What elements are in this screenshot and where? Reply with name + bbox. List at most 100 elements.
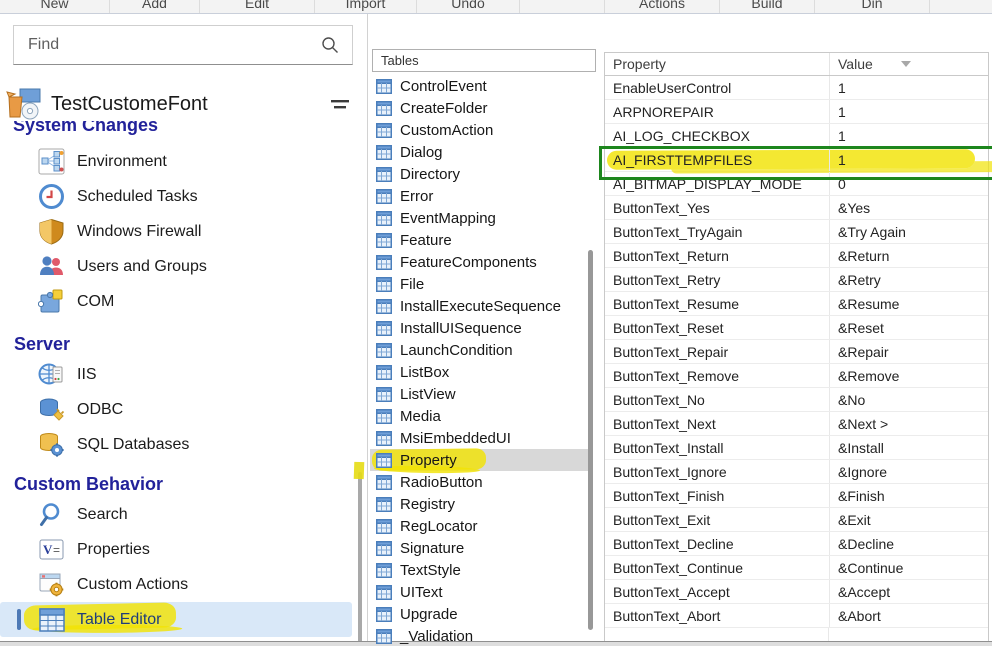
property-name-cell[interactable]: ButtonText_Yes xyxy=(605,200,829,216)
property-name-cell[interactable]: ButtonText_Accept xyxy=(605,584,829,600)
table-list-item[interactable]: Property xyxy=(370,449,590,471)
table-list-item[interactable]: TextStyle xyxy=(370,559,590,581)
sidebar-item-search[interactable]: Search xyxy=(0,497,368,532)
sidebar-item-table-editor[interactable]: Table Editor xyxy=(0,602,352,637)
column-header-property[interactable]: Property xyxy=(605,56,829,72)
toolbar-item-add[interactable]: Add xyxy=(110,0,200,14)
table-list-item[interactable]: File xyxy=(370,273,590,295)
property-value-cell[interactable]: &Reset xyxy=(829,316,988,339)
property-value-cell[interactable]: &Resume xyxy=(829,292,988,315)
property-row[interactable]: ButtonText_Remove &Remove xyxy=(605,364,988,388)
property-value-cell[interactable]: &Yes xyxy=(829,196,988,219)
toolbar-item-undo[interactable]: Undo xyxy=(417,0,520,14)
property-value-cell[interactable]: &Accept xyxy=(829,580,988,603)
property-value-cell[interactable]: &Try Again xyxy=(829,220,988,243)
table-list-item[interactable]: Dialog xyxy=(370,141,590,163)
sidebar-item-environment[interactable]: Environment xyxy=(0,144,368,179)
property-row[interactable]: ButtonText_Retry &Retry xyxy=(605,268,988,292)
table-list-item[interactable]: UIText xyxy=(370,581,590,603)
table-list-item[interactable]: CustomAction xyxy=(370,119,590,141)
property-row[interactable]: ButtonText_Reset &Reset xyxy=(605,316,988,340)
table-list-item[interactable]: Feature xyxy=(370,229,590,251)
property-name-cell[interactable]: ButtonText_Retry xyxy=(605,272,829,288)
property-row[interactable]: AI_LOG_CHECKBOX 1 xyxy=(605,124,988,148)
property-row[interactable]: ButtonText_TryAgain &Try Again xyxy=(605,220,988,244)
table-list-item[interactable]: Media xyxy=(370,405,590,427)
property-name-cell[interactable]: AI_BITMAP_DISPLAY_MODE xyxy=(605,176,829,192)
property-row[interactable]: ButtonText_No &No xyxy=(605,388,988,412)
table-list-item[interactable]: LaunchCondition xyxy=(370,339,590,361)
property-name-cell[interactable]: ButtonText_No xyxy=(605,392,829,408)
toolbar-item-din[interactable]: Din xyxy=(815,0,930,14)
table-list-item[interactable]: InstallUISequence xyxy=(370,317,590,339)
property-value-cell[interactable]: 1 xyxy=(829,124,988,147)
property-value-cell[interactable]: 1 xyxy=(829,76,988,99)
property-name-cell[interactable]: ButtonText_Finish xyxy=(605,488,829,504)
property-row[interactable]: EnableUserControl 1 xyxy=(605,76,988,100)
sidebar-item-com[interactable]: COM xyxy=(0,284,368,319)
property-value-cell[interactable]: &Ignore xyxy=(829,460,988,483)
property-name-cell[interactable]: ButtonText_Remove xyxy=(605,368,829,384)
property-row[interactable]: ARPNOREPAIR 1 xyxy=(605,100,988,124)
property-name-cell[interactable]: ButtonText_Reset xyxy=(605,320,829,336)
sidebar-item-iis[interactable]: IIS xyxy=(0,357,368,392)
property-row[interactable]: ButtonText_Return &Return xyxy=(605,244,988,268)
property-row[interactable]: ButtonText_Ignore &Ignore xyxy=(605,460,988,484)
property-name-cell[interactable]: ARPNOREPAIR xyxy=(605,104,829,120)
search-input[interactable] xyxy=(26,35,320,55)
table-list-item[interactable]: InstallExecuteSequence xyxy=(370,295,590,317)
property-name-cell[interactable]: ButtonText_Return xyxy=(605,248,829,264)
property-value-cell[interactable]: &Decline xyxy=(829,532,988,555)
property-value-cell[interactable]: &Continue xyxy=(829,556,988,579)
table-list-item[interactable]: ListBox xyxy=(370,361,590,383)
table-list-item[interactable]: CreateFolder xyxy=(370,97,590,119)
property-name-cell[interactable]: ButtonText_Abort xyxy=(605,608,829,624)
sidebar-item-odbc[interactable]: ODBC xyxy=(0,392,368,427)
toolbar-item-actions[interactable]: Actions xyxy=(605,0,720,14)
property-name-cell[interactable]: ButtonText_Next xyxy=(605,416,829,432)
property-row[interactable]: ButtonText_Abort &Abort xyxy=(605,604,988,628)
column-header-value[interactable]: Value xyxy=(829,53,988,75)
property-value-cell[interactable]: 1 xyxy=(829,100,988,123)
table-list-item[interactable]: MsiEmbeddedUI xyxy=(370,427,590,449)
property-value-cell[interactable]: &Finish xyxy=(829,484,988,507)
property-name-cell[interactable]: ButtonText_Ignore xyxy=(605,464,829,480)
property-value-cell[interactable]: &Next > xyxy=(829,412,988,435)
property-value-cell[interactable]: &Install xyxy=(829,436,988,459)
property-value-cell[interactable]: &Retry xyxy=(829,268,988,291)
tables-column-header[interactable]: Tables xyxy=(372,49,596,72)
property-name-cell[interactable]: ButtonText_Resume xyxy=(605,296,829,312)
toolbar-item-import[interactable]: Import xyxy=(315,0,417,14)
property-name-cell[interactable]: ButtonText_Continue xyxy=(605,560,829,576)
property-name-cell[interactable]: EnableUserControl xyxy=(605,80,829,96)
sidebar-item-sql-databases[interactable]: SQL Databases xyxy=(0,427,368,462)
toolbar-item-edit[interactable]: Edit xyxy=(200,0,315,14)
table-list-item[interactable]: RadioButton xyxy=(370,471,590,493)
property-row[interactable]: ButtonText_Yes &Yes xyxy=(605,196,988,220)
property-value-cell[interactable]: &Abort xyxy=(829,604,988,627)
table-list-item[interactable]: RegLocator xyxy=(370,515,590,537)
property-row[interactable]: ButtonText_Accept &Accept xyxy=(605,580,988,604)
property-row[interactable]: ButtonText_Exit &Exit xyxy=(605,508,988,532)
find-search-box[interactable] xyxy=(13,25,353,65)
table-list-item[interactable]: ControlEvent xyxy=(370,75,590,97)
table-list-item[interactable]: Signature xyxy=(370,537,590,559)
property-name-cell[interactable]: AI_FIRSTTEMPFILES xyxy=(605,152,829,168)
table-list-item[interactable]: Upgrade xyxy=(370,603,590,625)
property-row[interactable]: ButtonText_Resume &Resume xyxy=(605,292,988,316)
sidebar-scrollbar[interactable] xyxy=(358,472,362,646)
property-row[interactable]: AI_FIRSTTEMPFILES 1 xyxy=(605,148,988,172)
tables-scrollbar[interactable] xyxy=(588,250,593,630)
property-row[interactable]: ButtonText_Decline &Decline xyxy=(605,532,988,556)
table-list-item[interactable]: EventMapping xyxy=(370,207,590,229)
property-name-cell[interactable]: ButtonText_TryAgain xyxy=(605,224,829,240)
property-value-cell[interactable]: 0 xyxy=(829,172,988,195)
property-row[interactable]: ButtonText_Finish &Finish xyxy=(605,484,988,508)
property-name-cell[interactable]: ButtonText_Install xyxy=(605,440,829,456)
toolbar-item-new[interactable]: New xyxy=(0,0,110,14)
property-row[interactable]: AI_BITMAP_DISPLAY_MODE 0 xyxy=(605,172,988,196)
property-value-cell[interactable]: &Repair xyxy=(829,340,988,363)
property-row[interactable]: ButtonText_Continue &Continue xyxy=(605,556,988,580)
sidebar-item-users-and-groups[interactable]: Users and Groups xyxy=(0,249,368,284)
sidebar-item-scheduled-tasks[interactable]: Scheduled Tasks xyxy=(0,179,368,214)
